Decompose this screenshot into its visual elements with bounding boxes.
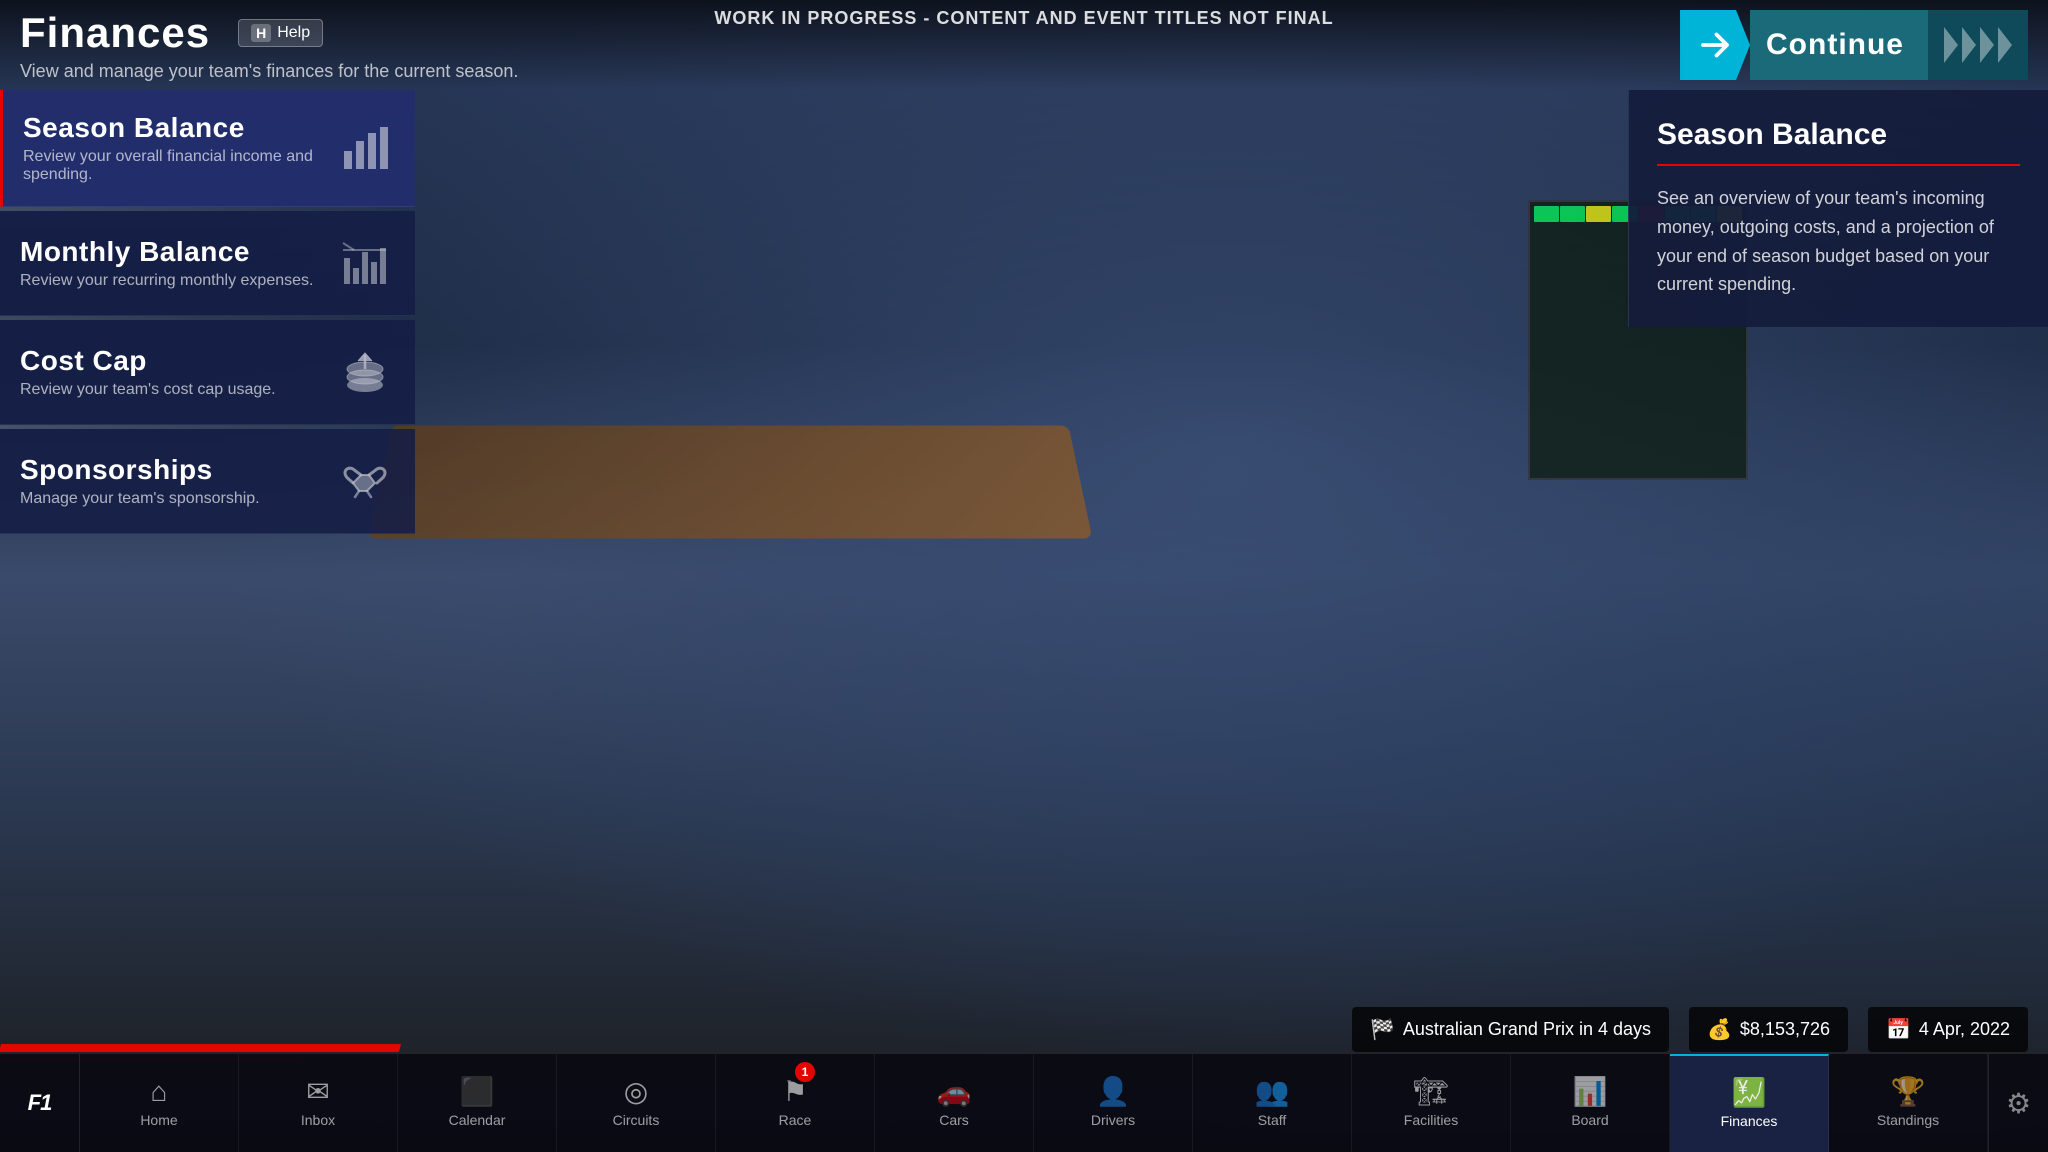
settings-button[interactable]: ⚙ (1988, 1054, 2048, 1152)
nav-items: ⌂ Home ✉ Inbox ⬛ Calendar ◎ Circuits 1 ⚑… (80, 1054, 1988, 1152)
continue-label: Continue (1750, 10, 1928, 80)
bg-table (368, 425, 1093, 538)
nav-item-drivers[interactable]: 👤 Drivers (1034, 1054, 1193, 1152)
continue-chevrons (1928, 10, 2028, 80)
nav-item-circuits[interactable]: ◎ Circuits (557, 1054, 716, 1152)
circuits-label: Circuits (613, 1112, 660, 1128)
title-section: Finances H Help View and manage your tea… (20, 9, 518, 82)
home-icon: ⌂ (151, 1078, 168, 1106)
monthly-balance-title: Monthly Balance (20, 236, 335, 268)
staff-label: Staff (1258, 1112, 1287, 1128)
chevron-3 (1980, 27, 1994, 63)
status-money: 💰 $8,153,726 (1689, 1007, 1848, 1052)
chevron-4 (1998, 27, 2012, 63)
f1-logo: F1 (0, 1054, 80, 1152)
menu-item-season-balance[interactable]: Season Balance Review your overall finan… (0, 90, 415, 207)
staff-icon: 👥 (1255, 1078, 1290, 1106)
status-event-text: Australian Grand Prix in 4 days (1403, 1019, 1651, 1040)
drivers-label: Drivers (1091, 1112, 1135, 1128)
chevron-2 (1962, 27, 1976, 63)
season-balance-desc: Review your overall financial income and… (23, 148, 335, 184)
wip-banner: WORK IN PROGRESS - CONTENT AND EVENT TIT… (694, 0, 1353, 37)
finances-icon: 💹 (1732, 1079, 1767, 1107)
monthly-balance-desc: Review your recurring monthly expenses. (20, 272, 335, 290)
standings-label: Standings (1877, 1112, 1939, 1128)
inbox-icon: ✉ (306, 1078, 329, 1106)
money-icon: 💰 (1707, 1017, 1732, 1042)
season-balance-title: Season Balance (23, 112, 335, 144)
status-money-text: $8,153,726 (1740, 1019, 1830, 1040)
cost-cap-title: Cost Cap (20, 345, 335, 377)
menu-item-sponsorships[interactable]: Sponsorships Manage your team's sponsors… (0, 429, 415, 534)
standings-icon: 🏆 (1891, 1078, 1926, 1106)
sponsorships-icon (335, 451, 395, 511)
help-button[interactable]: H Help (238, 19, 323, 47)
cost-cap-desc: Review your team's cost cap usage. (20, 381, 335, 399)
nav-item-home[interactable]: ⌂ Home (80, 1054, 239, 1152)
page-title: Finances (20, 9, 210, 57)
nav-item-inbox[interactable]: ✉ Inbox (239, 1054, 398, 1152)
red-stripe (0, 1044, 401, 1052)
nav-item-board[interactable]: 📊 Board (1511, 1054, 1670, 1152)
nav-item-cars[interactable]: 🚗 Cars (875, 1054, 1034, 1152)
status-date-text: 4 Apr, 2022 (1919, 1019, 2010, 1040)
race-badge: 1 (795, 1062, 815, 1082)
arrow-right-icon (1697, 27, 1733, 63)
facilities-icon: 🏗 (1413, 1078, 1449, 1106)
tooltip-panel: Season Balance See an overview of your t… (1628, 90, 2048, 327)
menu-item-monthly-balance[interactable]: Monthly Balance Review your recurring mo… (0, 211, 415, 316)
calendar-label: Calendar (449, 1112, 506, 1128)
nav-item-race[interactable]: 1 ⚑ Race (716, 1054, 875, 1152)
help-label: Help (277, 24, 310, 42)
monthly-balance-icon (335, 233, 395, 293)
settings-icon: ⚙ (2006, 1087, 2031, 1120)
race-icon: ⚑ (782, 1078, 807, 1106)
menu-item-cost-cap[interactable]: Cost Cap Review your team's cost cap usa… (0, 320, 415, 425)
cost-cap-icon (335, 342, 395, 402)
nav-item-facilities[interactable]: 🏗 Facilities (1352, 1054, 1511, 1152)
calendar-icon: 📅 (1886, 1017, 1911, 1042)
nav-item-calendar[interactable]: ⬛ Calendar (398, 1054, 557, 1152)
f1-logo-text: F1 (28, 1090, 52, 1116)
board-label: Board (1571, 1112, 1608, 1128)
page-subtitle: View and manage your team's finances for… (20, 61, 518, 82)
calendar-nav-icon: ⬛ (460, 1078, 495, 1106)
help-key: H (251, 24, 271, 42)
status-date: 📅 4 Apr, 2022 (1868, 1007, 2028, 1052)
topbar: Finances H Help View and manage your tea… (0, 0, 2048, 90)
left-panel: Season Balance Review your overall finan… (0, 90, 415, 534)
statusbar: 🏁 Australian Grand Prix in 4 days 💰 $8,1… (1352, 1007, 2028, 1052)
cars-icon: 🚗 (937, 1078, 972, 1106)
tooltip-desc: See an overview of your team's incoming … (1657, 184, 2020, 299)
chevron-1 (1944, 27, 1958, 63)
finances-label: Finances (1721, 1113, 1778, 1129)
cars-label: Cars (939, 1112, 969, 1128)
race-label: Race (779, 1112, 812, 1128)
sponsorships-desc: Manage your team's sponsorship. (20, 490, 335, 508)
drivers-icon: 👤 (1096, 1078, 1131, 1106)
tooltip-title: Season Balance (1657, 118, 2020, 166)
continue-arrow-icon (1680, 10, 1750, 80)
nav-item-staff[interactable]: 👥 Staff (1193, 1054, 1352, 1152)
season-balance-icon (335, 118, 395, 178)
home-label: Home (140, 1112, 177, 1128)
bottom-nav: F1 ⌂ Home ✉ Inbox ⬛ Calendar ◎ Circuits … (0, 1052, 2048, 1152)
sponsorships-title: Sponsorships (20, 454, 335, 486)
inbox-label: Inbox (301, 1112, 335, 1128)
event-icon: 🏁 (1370, 1017, 1395, 1042)
facilities-label: Facilities (1404, 1112, 1458, 1128)
continue-button[interactable]: Continue (1680, 10, 2028, 80)
circuits-icon: ◎ (624, 1078, 648, 1106)
nav-item-standings[interactable]: 🏆 Standings (1829, 1054, 1988, 1152)
status-event: 🏁 Australian Grand Prix in 4 days (1352, 1007, 1669, 1052)
board-icon: 📊 (1573, 1078, 1608, 1106)
nav-item-finances[interactable]: 💹 Finances (1670, 1054, 1829, 1152)
